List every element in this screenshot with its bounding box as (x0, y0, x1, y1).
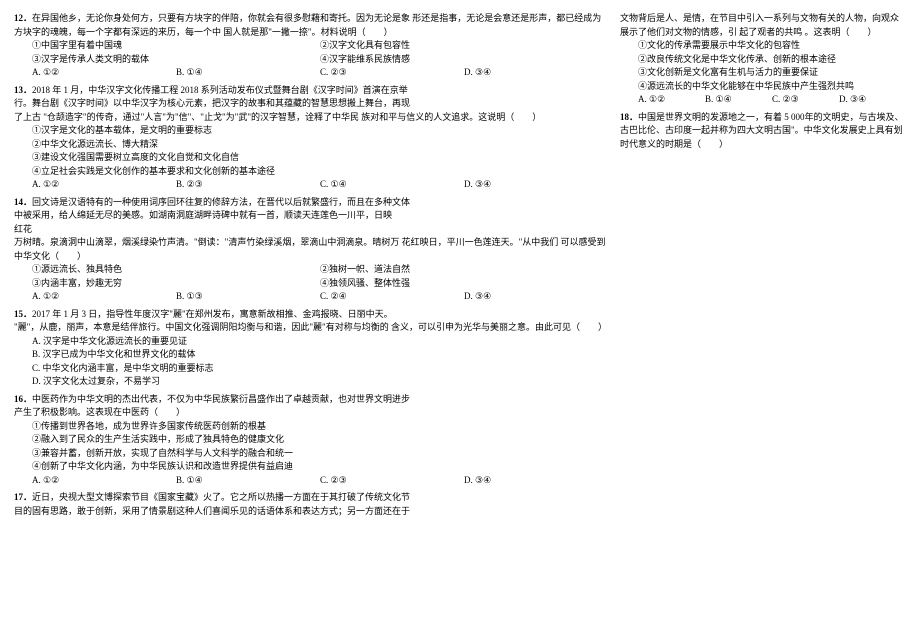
q14-choices: A. ①②B. ①③C. ②④D. ③④ (14, 290, 608, 304)
q14-options: ①源远流长、独具特色②独树一帜、道法自然 ③内涵丰富，妙趣无穷④独领风骚、整体性… (14, 263, 608, 290)
q18-text: 18．中国是世界文明的发源地之一，有着 5 000年的文明史，与古埃及、古巴比伦… (620, 111, 906, 152)
q13-text3: 了上古 "仓颉造字"的传奇，通过"人言"为"信"、"止戈"为"武"的汉字智慧，诠… (14, 111, 608, 125)
q15-text1: 15．2017 年 1 月 3 日，指导性年度汉字"麗"在郑州发布，寓意新故相推… (14, 308, 608, 322)
question-17-cont: 文物背后是人、是情，在节目中引入一系列与文物有关的人物，向观众展示了他们对文物的… (620, 12, 906, 107)
q14-text4: 万树晴。泉滴洞中山滴翠，烟溪绿染竹声清。"倒读："清声竹染绿溪烟，翠滴山中洞滴泉… (14, 236, 608, 263)
q13-text2: 行。舞台剧《汉字时间》以中华汉字为核心元素，把汉字的故事和其蕴藏的智慧思想搬上舞… (14, 97, 608, 111)
q14-text1: 14．回文诗是汉语特有的一种使用词序回环往复的修辞方法，在晋代以后就繁盛行，而且… (14, 196, 608, 210)
right-column: 文物背后是人、是情，在节目中引入一系列与文物有关的人物，向观众展示了他们对文物的… (614, 12, 912, 626)
q15-text2: "麗"，从鹿，丽声，本意是结伴旅行。中国文化强调阴阳均衡与和谐，因此"麗"有对称… (14, 321, 608, 335)
q16-options: ①传播到世界各地，成为世界许多国家传统医药创新的根基 ②融入到了民众的生产生活实… (14, 420, 608, 474)
question-16: 16．中医药作为中华文明的杰出代表，不仅为中华民族繁衍昌盛作出了卓越贡献，也对世… (14, 393, 608, 488)
q13-text1: 13．2018 年 1 月，中华汉字文化传播工程 2018 系列活动发布仪式暨舞… (14, 84, 608, 98)
q17c-text: 文物背后是人、是情，在节目中引入一系列与文物有关的人物，向观众展示了他们对文物的… (620, 12, 906, 39)
q17c-options: ①文化的传承需要展示中华文化的包容性 ②改良传统文化是中华文化传承、创新的根本途… (620, 39, 906, 93)
q13-choices: A. ①②B. ②③C. ①④D. ③④ (14, 178, 608, 192)
question-17: 17．近日，央视大型文博探索节目《国家宝藏》火了。它之所以热播一方面在于其打破了… (14, 491, 608, 518)
q16-text1: 16．中医药作为中华文明的杰出代表，不仅为中华民族繁衍昌盛作出了卓越贡献，也对世… (14, 393, 608, 407)
q14-text2: 中被采用，给人绵延无尽的美感。如湖南洞庭湖畔诗碑中就有一首，顺读天连莲色一川平，… (14, 209, 608, 223)
q15-options: A. 汉字是中华文化源远流长的重要见证 B. 汉字已成为中华文化和世界文化的载体… (14, 335, 608, 389)
q13-options: ①汉字是文化的基本载体，是文明的重要标志 ②中华文化源远流长、博大精深 ③建设文… (14, 124, 608, 178)
q12-choices: A. ①②B. ①④C. ②③D. ③④ (14, 66, 608, 80)
q17-text2: 目的固有思路，敢于创新，采用了情景剧这种人们喜闻乐见的话语体系和表达方式；另一方… (14, 505, 608, 519)
q12-options: ①中国字里有着中国魂②汉字文化具有包容性 ③汉字是传承人类文明的载体④汉字能维系… (14, 39, 608, 66)
q17-text1: 17．近日，央视大型文博探索节目《国家宝藏》火了。它之所以热播一方面在于其打破了… (14, 491, 608, 505)
question-12: 12．在异国他乡，无论你身处何方，只要有方块字的伴陪，你就会有很多慰藉和寄托。因… (14, 12, 608, 80)
question-13: 13．2018 年 1 月，中华汉字文化传播工程 2018 系列活动发布仪式暨舞… (14, 84, 608, 192)
q14-text3: 红花 (14, 223, 608, 237)
q16-text2: 产生了积极影响。这表现在中医药（ ） (14, 406, 608, 420)
left-column: 12．在异国他乡，无论你身处何方，只要有方块字的伴陪，你就会有很多慰藉和寄托。因… (8, 12, 614, 626)
q17c-choices: A. ①②B. ①④C. ②③D. ③④ (620, 93, 906, 107)
question-14: 14．回文诗是汉语特有的一种使用词序回环往复的修辞方法，在晋代以后就繁盛行，而且… (14, 196, 608, 304)
q12-text: 12．在异国他乡，无论你身处何方，只要有方块字的伴陪，你就会有很多慰藉和寄托。因… (14, 12, 608, 39)
question-18: 18．中国是世界文明的发源地之一，有着 5 000年的文明史，与古埃及、古巴比伦… (620, 111, 906, 152)
question-15: 15．2017 年 1 月 3 日，指导性年度汉字"麗"在郑州发布，寓意新故相推… (14, 308, 608, 389)
q16-choices: A. ①②B. ①④C. ②③D. ③④ (14, 474, 608, 488)
